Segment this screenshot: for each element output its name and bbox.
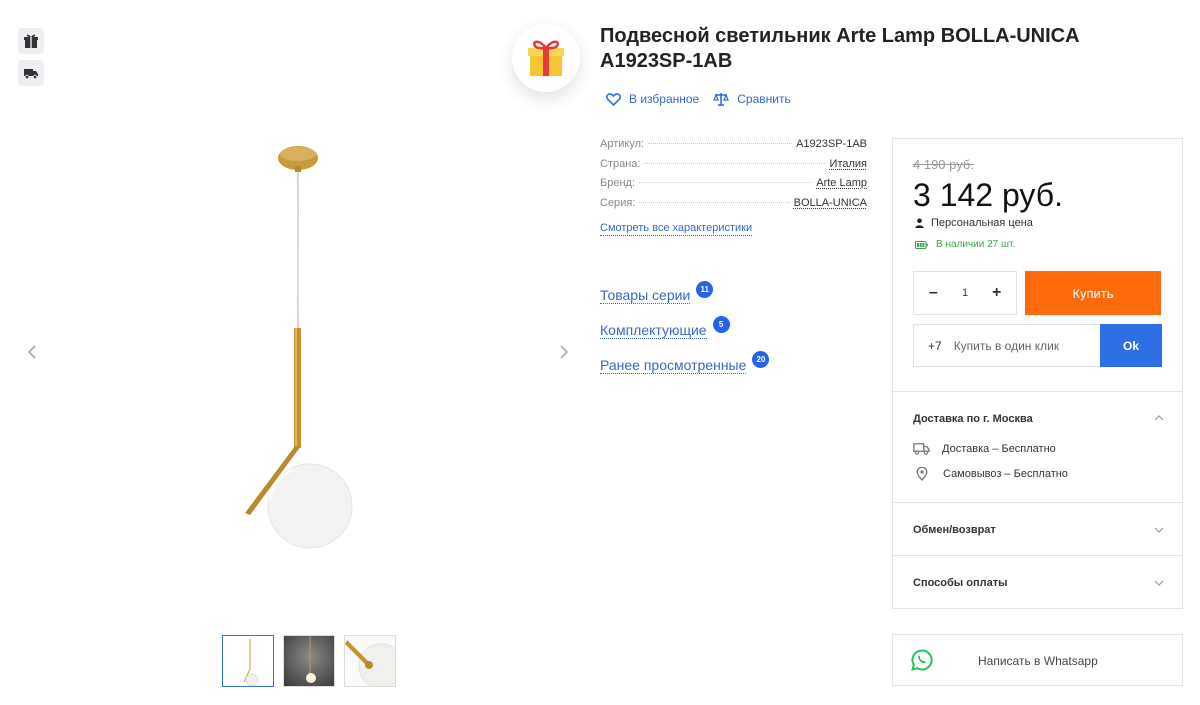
qty-value[interactable]: 1 <box>962 287 968 299</box>
payment-section[interactable]: Способы оплаты <box>893 555 1182 609</box>
whatsapp-label: Написать в Whatsapp <box>978 654 1098 668</box>
chevron-up-icon[interactable] <box>1154 415 1164 421</box>
thumbnail-3-image <box>345 636 395 686</box>
heart-icon <box>606 92 621 106</box>
spec-value-link[interactable]: Arte Lamp <box>816 177 867 189</box>
thumbnail-1[interactable] <box>222 635 274 687</box>
payment-title: Способы оплаты <box>913 577 1008 589</box>
delivery-section: Доставка по г. Москва Доставка – Бесплат… <box>893 391 1182 502</box>
one-click-input[interactable]: +7 Купить в один клик <box>913 324 1101 367</box>
chevron-left-icon <box>27 345 36 359</box>
favorite-button[interactable]: В избранное <box>606 92 699 106</box>
recently-viewed-link[interactable]: Ранее просмотренные 20 <box>600 348 770 383</box>
whatsapp-icon <box>911 649 933 671</box>
old-price: 4 190 руб. <box>913 157 974 172</box>
chevron-down-icon <box>1154 527 1164 533</box>
spec-dots <box>639 182 813 183</box>
link-label: Товары серии <box>600 287 691 304</box>
product-main-image[interactable] <box>200 140 380 560</box>
phone-prefix: +7 <box>928 338 942 353</box>
qty-minus-button[interactable]: – <box>923 284 943 302</box>
thumbnail-3[interactable] <box>344 635 396 687</box>
thumbnail-2-image <box>284 636 334 686</box>
quantity-stepper: – 1 + <box>913 271 1017 315</box>
pickup-text: Самовывоз – Бесплатно <box>943 468 1068 480</box>
count-badge: 20 <box>752 351 770 368</box>
spec-dots <box>644 162 826 164</box>
count-badge: 5 <box>712 316 730 333</box>
compare-label: Сравнить <box>737 92 791 106</box>
exchange-title: Обмен/возврат <box>913 524 996 536</box>
chevron-right-icon <box>560 345 569 359</box>
all-specs-link[interactable]: Смотреть все характеристики <box>600 222 753 236</box>
scales-icon <box>713 93 730 106</box>
pin-icon <box>916 467 928 481</box>
gallery-thumbnails <box>222 635 396 687</box>
spec-label: Страна: <box>600 157 641 170</box>
delivery-row: Доставка – Бесплатно <box>913 442 1056 455</box>
delivery-text: Доставка – Бесплатно <box>942 442 1056 455</box>
spec-row-country: Страна: Италия <box>600 158 867 178</box>
spec-row-series: Серия: BOLLA-UNICA <box>600 197 867 217</box>
truck-icon <box>913 443 930 455</box>
spec-row-brand: Бренд: Arte Lamp <box>600 177 867 197</box>
related-links: Товары серии 11 Комплектующие 5 Ранее пр… <box>600 278 770 383</box>
count-badge: 11 <box>696 281 714 298</box>
gallery-next-button[interactable] <box>554 340 574 364</box>
gallery-prev-button[interactable] <box>22 340 42 364</box>
spec-row-article: Артикул: A1923SP-1AB <box>600 138 867 158</box>
price-card: 4 190 руб. 3 142 руб. Персональная цена … <box>892 138 1183 609</box>
compare-button[interactable]: Сравнить <box>713 92 791 106</box>
qty-plus-button[interactable]: + <box>987 284 1007 302</box>
spec-value-link[interactable]: Италия <box>830 158 867 170</box>
stock-status: В наличии 27 шт. <box>915 239 1015 250</box>
personal-price-note: Персональная цена <box>915 217 1033 229</box>
thumbnail-1-image <box>223 636 273 686</box>
link-label: Ранее просмотренные <box>600 357 747 374</box>
product-title: Подвесной светильник Arte Lamp BOLLA-UNI… <box>600 25 1079 72</box>
spec-dots <box>648 143 793 144</box>
accessories-link[interactable]: Комплектующие 5 <box>600 313 769 348</box>
product-actions: В избранное Сравнить <box>606 92 791 106</box>
gift-box-icon <box>528 40 564 76</box>
pickup-row: Самовывоз – Бесплатно <box>916 467 1068 481</box>
spec-dots <box>639 201 790 203</box>
chevron-down-icon <box>1154 580 1164 586</box>
link-label: Комплектующие <box>600 322 707 339</box>
spec-list: Артикул: A1923SP-1AB Страна: Италия Брен… <box>600 138 867 216</box>
one-click-ok-button[interactable]: Ok <box>1100 324 1162 367</box>
exchange-section[interactable]: Обмен/возврат <box>893 502 1182 555</box>
personal-price-label: Персональная цена <box>931 217 1033 229</box>
spec-label: Серия: <box>600 196 636 209</box>
one-click-placeholder: Купить в один клик <box>953 338 1060 353</box>
gift-promo-button[interactable] <box>512 24 580 92</box>
favorite-label: В избранное <box>629 92 700 106</box>
product-gallery <box>0 0 590 705</box>
series-products-link[interactable]: Товары серии 11 <box>600 278 769 313</box>
battery-icon <box>915 240 928 249</box>
delivery-title[interactable]: Доставка по г. Москва <box>913 413 1033 425</box>
spec-value: A1923SP-1AB <box>796 138 867 150</box>
spec-label: Артикул: <box>600 138 645 150</box>
current-price: 3 142 руб. <box>913 177 1063 213</box>
spec-label: Бренд: <box>600 177 636 189</box>
spec-value-link[interactable]: BOLLA-UNICA <box>794 197 867 209</box>
user-icon <box>915 218 924 228</box>
thumbnail-2[interactable] <box>283 635 335 687</box>
stock-label: В наличии 27 шт. <box>936 239 1016 250</box>
buy-button[interactable]: Купить <box>1025 271 1161 315</box>
whatsapp-button[interactable]: Написать в Whatsapp <box>892 634 1183 686</box>
